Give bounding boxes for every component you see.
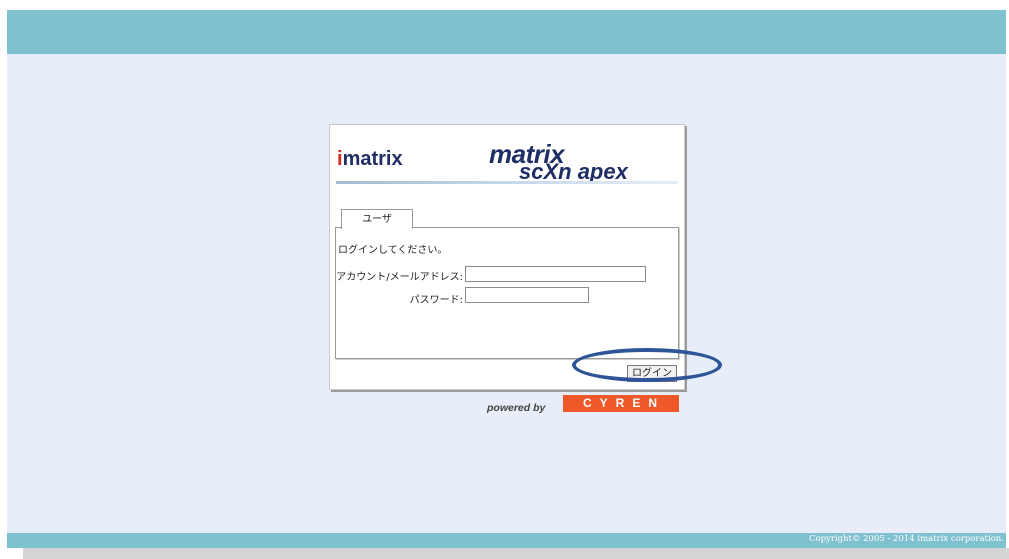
login-form-panel: ログインしてください。 アカウント/メールアドレス: パスワード: bbox=[335, 227, 679, 359]
account-email-input[interactable] bbox=[465, 266, 646, 282]
logo-rest: matrix bbox=[342, 148, 403, 170]
login-button[interactable]: ログイン bbox=[627, 365, 677, 382]
password-input[interactable] bbox=[465, 287, 589, 303]
logo-underline bbox=[336, 181, 678, 184]
login-dialog: imatrix matrix scXn apex ユーザ ログインしてください。… bbox=[329, 124, 685, 390]
password-label: パスワード: bbox=[409, 295, 463, 306]
login-prompt: ログインしてください。 bbox=[338, 245, 448, 256]
header-bar bbox=[7, 10, 1006, 54]
account-label: アカウント/メールアドレス: bbox=[336, 272, 463, 283]
imatrix-logo: imatrix bbox=[337, 148, 403, 171]
copyright-text: Copyright© 2005 - 2014 imatrix corporati… bbox=[808, 534, 1004, 544]
footer-bar: Copyright© 2005 - 2014 imatrix corporati… bbox=[7, 533, 1006, 548]
cyren-logo: CYREN bbox=[563, 395, 679, 412]
tab-user[interactable]: ユーザ bbox=[341, 209, 413, 229]
powered-by-text: powered by bbox=[487, 402, 546, 414]
bottom-gray-strip bbox=[23, 548, 1009, 559]
